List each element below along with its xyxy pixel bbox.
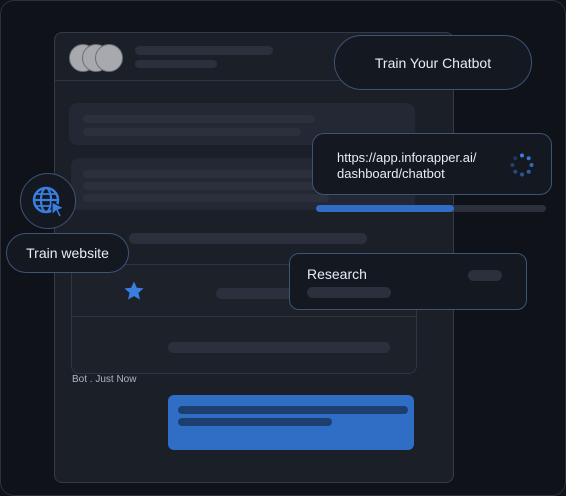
- train-website-badge[interactable]: Train website: [6, 233, 129, 273]
- text-line-placeholder: [83, 128, 301, 136]
- star-icon: [124, 281, 144, 300]
- globe-cursor-icon: [32, 186, 66, 218]
- training-progress-fill: [316, 205, 454, 212]
- text-line-placeholder: [129, 233, 367, 244]
- research-tag-placeholder: [468, 270, 502, 281]
- research-card[interactable]: Research: [289, 253, 527, 310]
- url-text: https://app.inforapper.ai/ dashboard/cha…: [337, 150, 477, 181]
- text-line-placeholder: [168, 342, 390, 353]
- globe-button[interactable]: [20, 173, 76, 229]
- text-line-placeholder: [83, 182, 329, 190]
- train-chatbot-badge[interactable]: Train Your Chatbot: [334, 35, 532, 90]
- text-line-placeholder: [83, 115, 315, 123]
- text-line-placeholder: [178, 406, 408, 414]
- bot-message-meta: Bot . Just Now: [72, 374, 137, 385]
- text-line-placeholder: [178, 418, 332, 426]
- header-subtitle-placeholder: [135, 60, 217, 68]
- avatar: [95, 44, 123, 72]
- header-title-placeholder: [135, 46, 273, 55]
- text-line-placeholder: [83, 194, 329, 202]
- train-website-label: Train website: [26, 245, 109, 261]
- research-text-placeholder: [307, 287, 391, 298]
- url-card: https://app.inforapper.ai/ dashboard/cha…: [312, 133, 552, 195]
- divider: [72, 316, 416, 317]
- user-reply-bubble: [168, 395, 414, 450]
- loading-spinner-icon: [510, 153, 534, 177]
- research-label: Research: [307, 266, 367, 282]
- text-line-placeholder: [216, 288, 296, 299]
- training-progress-bar: [316, 205, 546, 212]
- train-chatbot-label: Train Your Chatbot: [374, 54, 492, 71]
- text-line-placeholder: [83, 170, 343, 178]
